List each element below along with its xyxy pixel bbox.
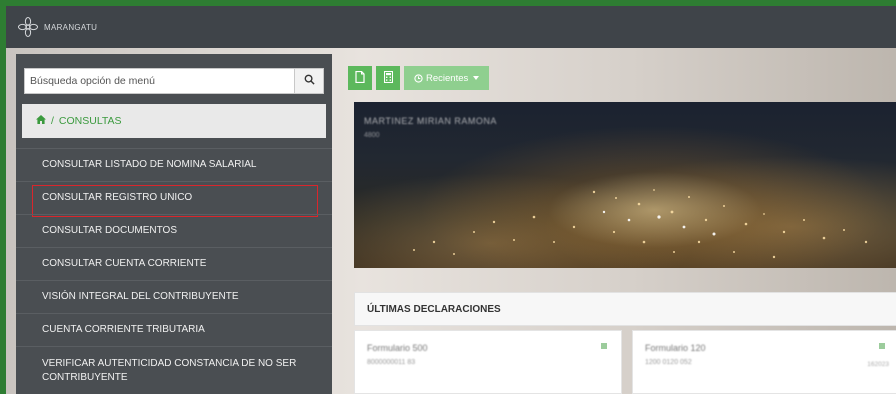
toolbar: Recientes (348, 66, 490, 90)
new-document-button[interactable] (348, 66, 372, 90)
caret-down-icon (473, 76, 480, 80)
clock-icon (414, 73, 423, 83)
document-icon (355, 70, 365, 86)
menu-item-cuenta-tributaria[interactable]: CUENTA CORRIENTE TRIBUTARIA (16, 313, 332, 346)
top-bar: MARANGATU (6, 6, 896, 48)
search-button[interactable] (294, 68, 324, 94)
card-title: Formulario 500 (367, 343, 428, 353)
city-night-banner: MARTINEZ MIRIAN RAMONA 4800 (354, 102, 896, 268)
sidebar: / CONSULTAS CONSULTAR LISTADO DE NOMINA … (16, 54, 332, 394)
declaration-card[interactable]: Formulario 120 1200 0120 052 162023 (632, 330, 896, 394)
declaration-card[interactable]: Formulario 500 8000000011 83 (354, 330, 622, 394)
menu-item-label: CONSULTAR LISTADO DE NOMINA SALARIAL (42, 159, 257, 170)
status-badge (601, 343, 607, 349)
calculator-icon (383, 70, 393, 86)
latest-declarations-header: ÚLTIMAS DECLARACIONES (354, 292, 896, 326)
breadcrumb-separator: / (51, 115, 54, 127)
card-subtitle: 1200 0120 052 (645, 359, 692, 366)
menu-item-label: CONSULTAR DOCUMENTOS (42, 225, 178, 236)
search-icon (304, 72, 315, 90)
status-badge (879, 343, 885, 349)
menu-search (24, 68, 324, 94)
menu-item-cuenta-corriente[interactable]: CONSULTAR CUENTA CORRIENTE (16, 247, 332, 280)
menu-item-label: CONSULTAR REGISTRO UNICO (42, 192, 193, 203)
main-content: Recientes MARTINEZ MIRIAN RAMONA 4800 ÚL… (344, 54, 896, 394)
menu-item-label: VISIÓN INTEGRAL DEL CONTRIBUYENTE (42, 291, 239, 302)
declaration-cards: Formulario 500 8000000011 83 Formulario … (354, 330, 896, 394)
menu-item-label: CUENTA CORRIENTE TRIBUTARIA (42, 324, 205, 335)
app-window: MARANGATU / CONSULTAS (6, 6, 896, 394)
recent-label: Recientes (426, 72, 469, 84)
home-icon[interactable] (36, 115, 46, 127)
card-title: Formulario 120 (645, 343, 706, 353)
menu-item-nomina-salarial[interactable]: CONSULTAR LISTADO DE NOMINA SALARIAL (16, 148, 332, 181)
flower-logo-icon[interactable] (16, 15, 40, 39)
calculator-button[interactable] (376, 66, 400, 90)
breadcrumb: / CONSULTAS (22, 104, 326, 138)
taxpayer-id: 4800 (364, 132, 380, 139)
menu-item-label: CONSULTAR CUENTA CORRIENTE (42, 258, 207, 269)
breadcrumb-current[interactable]: CONSULTAS (59, 115, 122, 127)
menu-search-input[interactable] (24, 68, 294, 94)
brand-name[interactable]: MARANGATU (44, 23, 97, 32)
menu-item-registro-unico[interactable]: CONSULTAR REGISTRO UNICO (16, 181, 332, 217)
menu-item-label: VERIFICAR AUTENTICIDAD CONSTANCIA DE NO … (42, 358, 297, 383)
sidebar-menu: CONSULTAR LISTADO DE NOMINA SALARIAL CON… (16, 148, 332, 394)
menu-item-vision-integral[interactable]: VISIÓN INTEGRAL DEL CONTRIBUYENTE (16, 280, 332, 313)
section-title: ÚLTIMAS DECLARACIONES (367, 303, 501, 315)
card-meta: 162023 (867, 361, 889, 368)
recent-dropdown-button[interactable]: Recientes (404, 66, 490, 90)
menu-item-documentos[interactable]: CONSULTAR DOCUMENTOS (16, 214, 332, 247)
taxpayer-name: MARTINEZ MIRIAN RAMONA (364, 116, 497, 126)
card-subtitle: 8000000011 83 (367, 359, 416, 366)
menu-item-verificar-constancia[interactable]: VERIFICAR AUTENTICIDAD CONSTANCIA DE NO … (16, 346, 332, 394)
